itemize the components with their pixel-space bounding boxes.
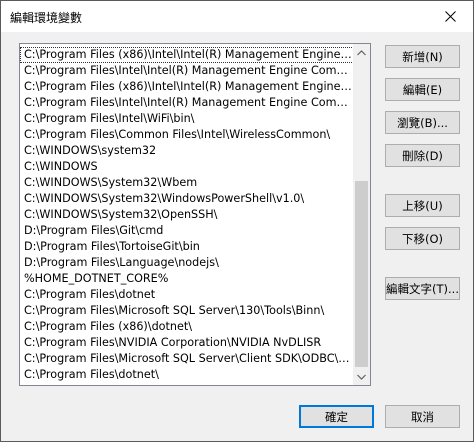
path-list-item[interactable]: D:\Program Files\Language\nodejs\ bbox=[20, 255, 354, 271]
path-list-item[interactable]: C:\WINDOWS\System32\WindowsPowerShell\v1… bbox=[20, 191, 354, 207]
browse-button[interactable]: 瀏覽(B)... bbox=[385, 111, 460, 134]
path-list-item[interactable]: C:\Program Files\Intel\Intel(R) Manageme… bbox=[20, 95, 354, 111]
path-list-item[interactable]: C:\WINDOWS\System32\OpenSSH\ bbox=[20, 207, 354, 223]
new-button[interactable]: 新增(N) bbox=[385, 45, 460, 68]
ok-button[interactable]: 確定 bbox=[299, 405, 374, 428]
scrollbar-thumb[interactable] bbox=[355, 181, 368, 367]
path-list-item[interactable]: C:\Program Files\Microsoft SQL Server\13… bbox=[20, 303, 354, 319]
path-list-item[interactable]: C:\Program Files\Microsoft SQL Server\Cl… bbox=[20, 351, 354, 367]
edit-text-button[interactable]: 編輯文字(T)... bbox=[385, 277, 460, 300]
path-list-item[interactable]: C:\Program Files\Intel\Intel(R) Manageme… bbox=[20, 63, 354, 79]
path-list-items: C:\Program Files (x86)\Intel\Intel(R) Ma… bbox=[20, 44, 354, 385]
move-down-button[interactable]: 下移(O) bbox=[385, 227, 460, 250]
scroll-down-button[interactable] bbox=[353, 368, 370, 385]
path-list-item[interactable]: C:\Program Files\Common Files\Intel\Wire… bbox=[20, 127, 354, 143]
path-list-item[interactable]: C:\WINDOWS\system32 bbox=[20, 143, 354, 159]
chevron-up-icon bbox=[357, 49, 366, 55]
edit-env-var-dialog: 編輯環境變數 C:\Program Files (x86)\Intel\Inte… bbox=[0, 0, 474, 442]
close-icon bbox=[444, 11, 456, 22]
path-list-item[interactable]: %HOME_DOTNET_CORE% bbox=[20, 271, 354, 287]
path-list-item[interactable]: D:\Program Files\TortoiseGit\bin bbox=[20, 239, 354, 255]
chevron-down-icon bbox=[357, 374, 366, 380]
vertical-scrollbar[interactable] bbox=[353, 44, 370, 385]
dialog-title: 編輯環境變數 bbox=[10, 11, 83, 25]
path-list-item[interactable]: C:\WINDOWS bbox=[20, 159, 354, 175]
path-list-item[interactable]: C:\WINDOWS\System32\Wbem bbox=[20, 175, 354, 191]
path-list[interactable]: C:\Program Files (x86)\Intel\Intel(R) Ma… bbox=[19, 43, 371, 386]
path-list-item[interactable]: C:\Program Files\dotnet\ bbox=[20, 367, 354, 383]
path-list-item[interactable]: C:\Program Files (x86)\Intel\Intel(R) Ma… bbox=[20, 79, 354, 95]
path-list-item[interactable]: D:\Program Files\Git\cmd bbox=[20, 223, 354, 239]
cancel-button[interactable]: 取消 bbox=[385, 405, 460, 428]
path-list-item[interactable]: C:\Program Files\dotnet bbox=[20, 287, 354, 303]
scroll-up-button[interactable] bbox=[353, 44, 370, 61]
path-list-item[interactable]: C:\Program Files (x86)\dotnet\ bbox=[20, 319, 354, 335]
close-button[interactable] bbox=[427, 1, 473, 32]
path-list-item[interactable]: C:\Program Files (x86)\Intel\Intel(R) Ma… bbox=[20, 47, 354, 63]
path-list-item[interactable]: C:\Program Files\Intel\WiFi\bin\ bbox=[20, 111, 354, 127]
title-bar: 編輯環境變數 bbox=[1, 1, 473, 32]
delete-button[interactable]: 刪除(D) bbox=[385, 144, 460, 167]
edit-button[interactable]: 編輯(E) bbox=[385, 78, 460, 101]
path-list-item[interactable]: C:\Program Files\NVIDIA Corporation\NVID… bbox=[20, 335, 354, 351]
move-up-button[interactable]: 上移(U) bbox=[385, 194, 460, 217]
